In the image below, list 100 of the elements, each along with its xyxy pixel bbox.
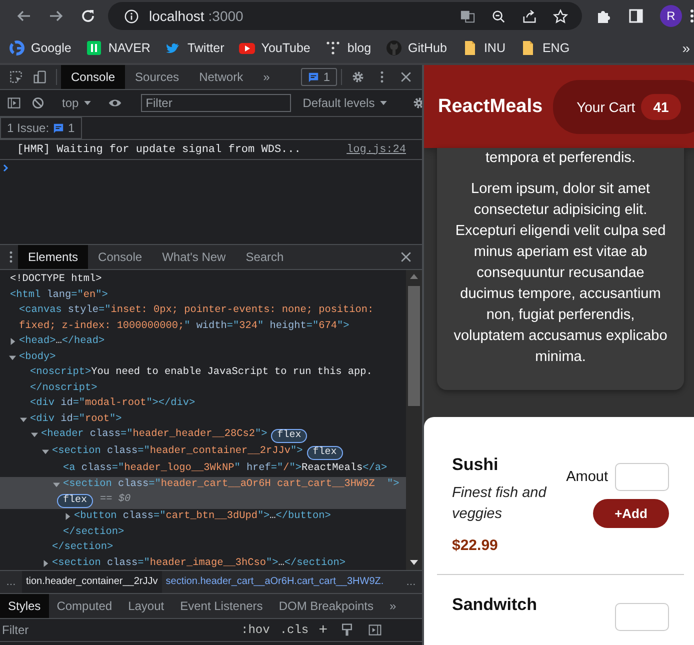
expand-triangle-icon[interactable]	[64, 513, 71, 520]
bookmark-item[interactable]: Google	[9, 40, 72, 56]
message-icon	[53, 122, 64, 134]
styles-tab[interactable]: Layout	[120, 594, 172, 618]
scroll-down-icon[interactable]	[410, 560, 418, 566]
drawer-tab[interactable]: What's New	[152, 245, 236, 269]
drawer-tab[interactable]: Search	[236, 245, 294, 269]
meal-name: Sushi	[452, 455, 500, 475]
close-icon[interactable]	[399, 250, 413, 264]
scrollbar[interactable]	[406, 270, 422, 570]
dom-tree-row[interactable]: <div id="root">	[0, 412, 406, 427]
breadcrumb-more[interactable]: …	[400, 576, 422, 588]
bookmark-label: blog	[347, 40, 372, 54]
dom-tree-row[interactable]: <button class="cart_btn__3dUpd">…</button>	[0, 509, 406, 524]
paint-roller-icon[interactable]	[340, 623, 354, 637]
levels-dropdown[interactable]: Default levels	[298, 96, 391, 110]
expand-triangle-icon[interactable]	[9, 338, 16, 346]
drawer-tab[interactable]: Console	[88, 245, 152, 269]
profile-avatar[interactable]: R	[660, 5, 682, 27]
dom-tree-row[interactable]: <canvas style="inset: 0px; pointer-events: none; position: fixed; z-index: 1000000000;" width="324" height="674">	[0, 303, 406, 334]
message-icon	[308, 72, 320, 82]
cart-button[interactable]: Your Cart 41	[552, 80, 694, 134]
bookmark-item[interactable]: INU	[462, 40, 506, 56]
dom-tree-row[interactable]: <html lang="en">	[0, 288, 406, 303]
collapse-triangle-icon[interactable]	[9, 354, 16, 361]
context-dropdown[interactable]: top	[58, 96, 95, 110]
amount-input[interactable]	[615, 603, 669, 631]
dom-node-code: <button class="cart_btn__3dUpd">…</button>	[74, 510, 331, 524]
collapse-triangle-icon[interactable]	[42, 448, 49, 456]
close-icon[interactable]	[399, 70, 413, 84]
dom-tree-row[interactable]: <section class="header_image__3hCso">…</section>	[0, 556, 406, 570]
dom-tree-row[interactable]: <section class="header_cart__aOr6H cart_cart__3HW9Z "> flex == $0	[0, 476, 406, 509]
dom-tree-row[interactable]: <noscript>You need to enable JavaScript to run this app.	[0, 365, 406, 380]
bookmark-item[interactable]: Twitter	[165, 40, 224, 56]
flex-badge[interactable]: flex	[306, 446, 343, 460]
more-tabs[interactable]: »	[382, 594, 404, 618]
filter-field[interactable]: Filter	[140, 94, 291, 112]
bookmark-label: ENG	[542, 40, 570, 54]
summary-paragraph: tempora et perferendis.	[484, 149, 636, 168]
styles-tab[interactable]: Styles	[0, 594, 49, 618]
hover-state-toggle[interactable]: :hov	[238, 623, 273, 637]
dom-tree-row[interactable]: <head>…</head>	[0, 334, 406, 350]
clear-icon[interactable]	[31, 96, 45, 110]
collapse-triangle-icon[interactable]	[20, 416, 27, 423]
dom-tree-row[interactable]: <div id="modal-root"></div>	[0, 396, 406, 412]
devtools-tab[interactable]: Console	[61, 65, 126, 89]
zoom-out-icon[interactable]	[491, 8, 506, 24]
dom-tree-row[interactable]: <a class="header_logo__3WkNP" href="/">ReactMeals</a>	[0, 461, 406, 476]
share-icon[interactable]	[522, 8, 537, 24]
puzzle-icon[interactable]	[596, 8, 612, 24]
amount-input[interactable]	[615, 463, 669, 491]
collapse-triangle-icon[interactable]	[31, 431, 38, 438]
bookmark-item[interactable]: NAVER	[86, 40, 150, 56]
drawer-menu-icon[interactable]	[9, 250, 13, 264]
dom-node-code: </noscript>	[30, 382, 98, 396]
dom-node-code: </section>	[52, 540, 114, 555]
devtools-tab[interactable]: Sources	[125, 65, 190, 89]
devtools-tab[interactable]: Network	[189, 65, 254, 89]
star-icon[interactable]	[553, 8, 568, 24]
settings-icon[interactable]	[351, 70, 365, 84]
dom-tree-row[interactable]: <!DOCTYPE html>	[0, 272, 406, 288]
add-button[interactable]: +Add	[593, 499, 669, 528]
drawer-tab[interactable]: Elements	[18, 245, 88, 269]
bookmark-item[interactable]: blog	[325, 40, 372, 56]
flex-badge[interactable]: flex	[271, 428, 308, 442]
address-bar[interactable]: localhost :3000	[108, 2, 582, 30]
reload-icon[interactable]	[80, 8, 96, 24]
breadcrumb-item[interactable]: tion.header_container__2rJJv	[22, 571, 162, 593]
issues-counter[interactable]: 1 Issue: 1	[0, 117, 82, 139]
flex-badge[interactable]: flex	[57, 494, 94, 508]
dom-node-code: <body>	[19, 350, 56, 364]
dom-tree-row[interactable]: <header class="header_header__28Cs2"> flex	[0, 427, 406, 444]
expand-triangle-icon[interactable]	[42, 560, 49, 567]
styles-tab[interactable]: Event Listeners	[172, 594, 271, 618]
back-arrow-icon[interactable]	[16, 8, 32, 24]
dom-tree-row[interactable]: <body>	[0, 350, 406, 365]
dom-tree-row[interactable]: <section class="header_container__2rJJv"> flex	[0, 444, 406, 461]
sidebar-toggle-icon[interactable]	[368, 623, 382, 637]
forward-arrow-icon[interactable]	[48, 8, 64, 24]
bookmark-item[interactable]: ENG	[520, 40, 570, 56]
site-logo[interactable]: ReactMeals	[438, 96, 543, 118]
scroll-up-icon[interactable]	[410, 274, 418, 280]
bookmark-item[interactable]: GitHub	[386, 40, 447, 56]
class-toggle[interactable]: .cls	[276, 623, 312, 637]
bookmarks-overflow[interactable]: »	[682, 40, 690, 56]
source-link[interactable]: log.js:24	[346, 144, 406, 156]
issues-button[interactable]: 1	[301, 68, 337, 86]
styles-tab[interactable]: DOM Breakpoints	[270, 594, 382, 618]
styles-tab[interactable]: Computed	[48, 594, 120, 618]
collapse-triangle-icon[interactable]	[53, 480, 60, 488]
inspect-icon[interactable]	[9, 70, 23, 84]
bookmark-item[interactable]: YouTube	[239, 40, 310, 56]
new-rule-button[interactable]: +	[316, 622, 331, 638]
more-tabs[interactable]: »	[253, 65, 280, 89]
device-icon[interactable]	[33, 70, 47, 84]
dom-node-code: <div id="modal-root"></div>	[30, 396, 196, 411]
side-panel-icon[interactable]	[628, 8, 644, 24]
more-icon[interactable]	[690, 8, 694, 24]
sidebar-toggle-icon[interactable]	[7, 96, 21, 110]
breadcrumb-more[interactable]: …	[0, 576, 22, 588]
